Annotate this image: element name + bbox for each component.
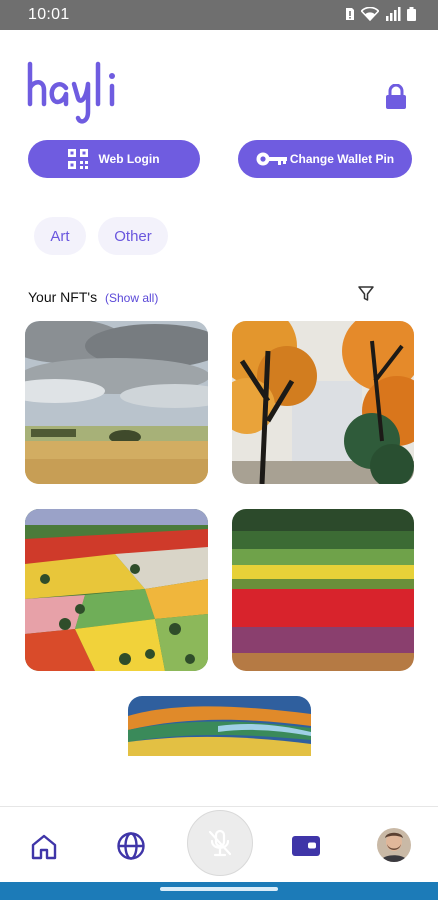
status-icons xyxy=(345,7,416,21)
mic-off-button[interactable] xyxy=(187,810,253,876)
nft-card-rolling-hills[interactable] xyxy=(128,696,311,756)
nft-card-patchwork-fields[interactable] xyxy=(25,509,208,671)
qr-code-icon xyxy=(68,149,89,169)
key-icon xyxy=(256,152,287,166)
category-label-art: Art xyxy=(50,227,70,245)
show-all-link[interactable]: (Show all) xyxy=(105,291,158,305)
wifi-icon xyxy=(361,7,379,21)
lock-icon[interactable] xyxy=(384,83,408,115)
bottom-navigation xyxy=(0,806,438,886)
filter-icon[interactable] xyxy=(357,285,375,308)
change-wallet-pin-label: Change Wallet Pin xyxy=(289,152,395,166)
category-chip-art[interactable]: Art xyxy=(34,217,86,255)
gesture-handle[interactable] xyxy=(160,887,278,891)
nft-card-autumn-trees[interactable] xyxy=(232,321,414,484)
mic-off-icon xyxy=(208,829,232,857)
globe-icon[interactable] xyxy=(116,831,146,866)
status-time: 10:01 xyxy=(28,6,70,23)
wallet-icon[interactable] xyxy=(291,834,321,863)
home-icon[interactable] xyxy=(30,833,58,866)
nfts-section-header: Your NFT's (Show all) xyxy=(28,289,158,305)
nft-card-clouds-field[interactable] xyxy=(25,321,208,484)
system-gesture-bar xyxy=(0,882,438,900)
web-login-button[interactable]: Web Login xyxy=(28,140,200,178)
app-logo xyxy=(26,60,118,133)
battery-icon xyxy=(407,7,416,21)
category-chip-other[interactable]: Other xyxy=(98,217,168,255)
nft-card-tulip-stripes[interactable] xyxy=(232,509,414,671)
category-label-other: Other xyxy=(114,227,152,245)
signal-icon xyxy=(386,7,401,21)
sim-alert-icon xyxy=(346,8,354,20)
change-wallet-pin-button[interactable]: Change Wallet Pin xyxy=(238,140,412,178)
avatar[interactable] xyxy=(377,828,411,862)
web-login-label: Web Login xyxy=(98,152,160,166)
status-bar: 10:01 xyxy=(0,0,438,30)
nfts-section-title: Your NFT's xyxy=(28,289,98,305)
